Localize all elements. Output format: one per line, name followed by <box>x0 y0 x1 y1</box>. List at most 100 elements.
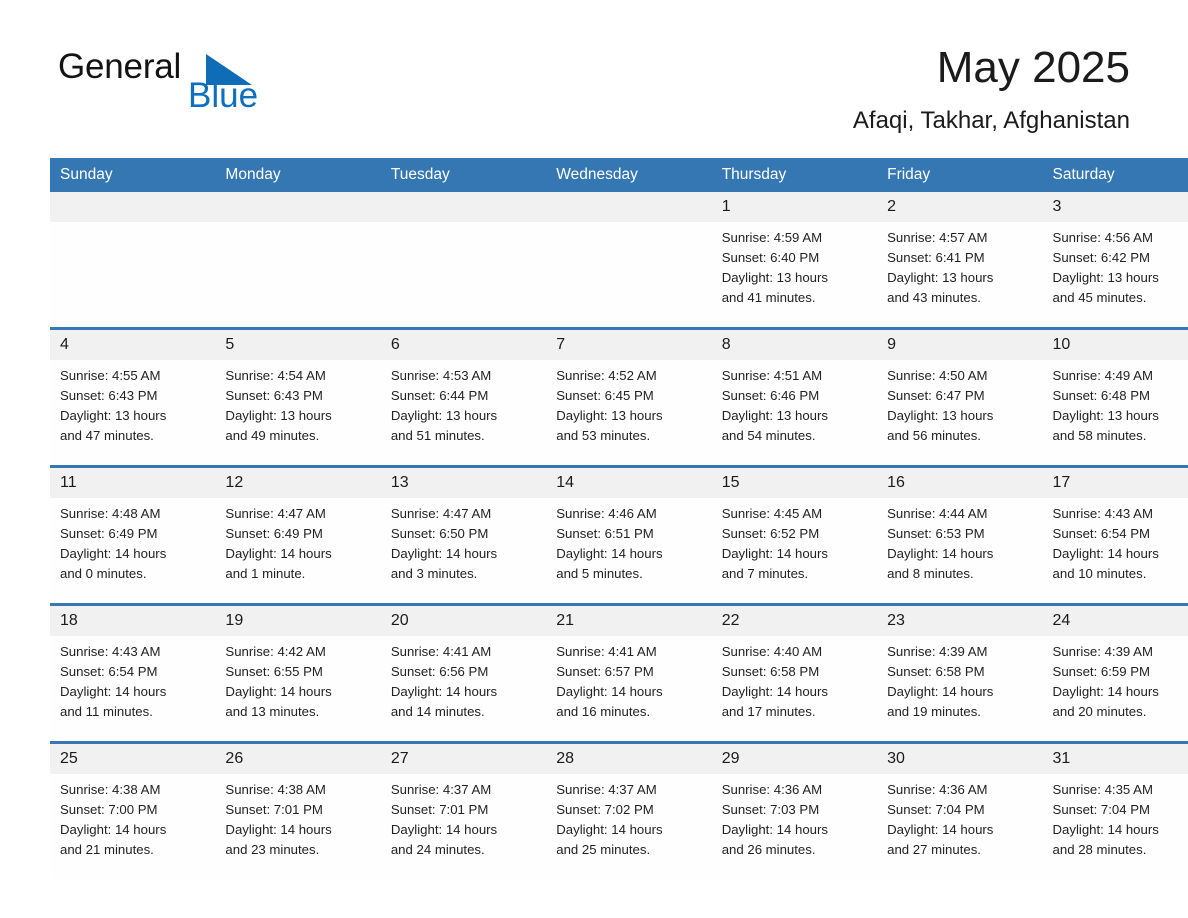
day-detail-line: Daylight: 14 hours <box>390 822 498 837</box>
day-detail-line: and 56 minutes. <box>887 428 981 443</box>
day-detail-line: Sunset: 6:58 PM <box>887 664 985 679</box>
day-cell[interactable]: 20 Sunrise: 4:41 AM Sunset: 6:56 PM Dayligh… <box>380 603 547 743</box>
calendar-week-row: 4 Sunrise: 4:55 AM Sunset: 6:43 PM Daylight… <box>50 327 1188 467</box>
day-detail-line: Daylight: 13 hours <box>887 408 994 423</box>
day-cell[interactable]: 1 Sunrise: 4:59 AM Sunset: 6:40 PM Daylight… <box>711 192 878 329</box>
day-cell[interactable]: 29 Sunrise: 4:36 AM Sunset: 7:03 PM Dayligh… <box>711 741 878 879</box>
day-detail-line: Sunset: 6:42 PM <box>1052 250 1151 265</box>
day-detail-line: Daylight: 14 hours <box>721 684 828 699</box>
day-detail-line: Sunrise: 4:50 AM <box>887 368 988 383</box>
day-detail-line: Sunrise: 4:35 AM <box>1052 782 1153 797</box>
day-detail-line: Sunset: 6:59 PM <box>1052 664 1151 679</box>
calendar-week-row: 18 Sunrise: 4:43 AM Sunset: 6:54 PM Dayligh… <box>50 603 1188 743</box>
day-cell[interactable]: 15 Sunrise: 4:45 AM Sunset: 6:52 PM Dayligh… <box>711 465 878 605</box>
day-detail-line: Sunrise: 4:46 AM <box>556 506 657 521</box>
day-cell[interactable]: 19 Sunrise: 4:42 AM Sunset: 6:55 PM Dayligh… <box>215 603 381 743</box>
day-detail-line: Sunrise: 4:45 AM <box>721 506 823 521</box>
day-cell[interactable]: 13 Sunrise: 4:47 AM Sunset: 6:50 PM Dayligh… <box>380 465 547 605</box>
day-detail-line: Sunset: 6:47 PM <box>887 388 985 403</box>
day-number <box>50 192 216 222</box>
day-cell[interactable]: 7 Sunrise: 4:52 AM Sunset: 6:45 PM Daylight… <box>546 327 712 467</box>
day-details: Sunrise: 4:39 AM Sunset: 6:58 PM Daylight:… <box>877 636 1042 722</box>
day-cell[interactable]: 5 Sunrise: 4:54 AM Sunset: 6:43 PM Daylight… <box>215 327 381 467</box>
day-cell[interactable]: 2 Sunrise: 4:57 AM Sunset: 6:41 PM Daylight… <box>877 192 1043 329</box>
day-detail-line: and 24 minutes. <box>390 842 485 857</box>
day-detail-line: Sunset: 6:51 PM <box>556 526 654 541</box>
day-cell[interactable]: 6 Sunrise: 4:53 AM Sunset: 6:44 PM Daylight… <box>380 327 547 467</box>
day-detail-line: Daylight: 13 hours <box>1052 408 1159 423</box>
day-detail-line: and 1 minute. <box>225 566 306 581</box>
day-detail-line: and 0 minutes. <box>60 566 147 581</box>
day-details <box>546 222 711 228</box>
day-cell[interactable]: 17 Sunrise: 4:43 AM Sunset: 6:54 PM Dayligh… <box>1042 465 1188 605</box>
day-detail-line: Daylight: 14 hours <box>60 822 167 837</box>
day-number: 27 <box>380 744 547 774</box>
day-cell[interactable]: 9 Sunrise: 4:50 AM Sunset: 6:47 PM Daylight… <box>877 327 1043 467</box>
day-cell[interactable]: 12 Sunrise: 4:47 AM Sunset: 6:49 PM Dayligh… <box>215 465 381 605</box>
day-detail-line: and 3 minutes. <box>390 566 478 581</box>
generalblue-logo[interactable]: General Blue <box>58 48 358 120</box>
calendar-week-row: 11 Sunrise: 4:48 AM Sunset: 6:49 PM Dayligh… <box>50 465 1188 605</box>
logo-text-blue: Blue <box>188 76 259 115</box>
day-details: Sunrise: 4:41 AM Sunset: 6:57 PM Daylight:… <box>546 636 711 722</box>
day-detail-line: and 23 minutes. <box>225 842 320 857</box>
day-detail-line: Sunset: 7:01 PM <box>390 802 489 817</box>
day-cell[interactable]: 22 Sunrise: 4:40 AM Sunset: 6:58 PM Dayligh… <box>711 603 878 743</box>
day-cell[interactable]: 25 Sunrise: 4:38 AM Sunset: 7:00 PM Dayligh… <box>50 741 216 879</box>
day-detail-line: Sunset: 6:55 PM <box>225 664 323 679</box>
day-details: Sunrise: 4:44 AM Sunset: 6:53 PM Daylight:… <box>877 498 1042 584</box>
day-cell[interactable]: 16 Sunrise: 4:44 AM Sunset: 6:53 PM Dayligh… <box>877 465 1043 605</box>
day-detail-line: and 17 minutes. <box>721 704 816 719</box>
day-detail-line: Daylight: 14 hours <box>390 546 498 561</box>
day-detail-line: and 21 minutes. <box>60 842 154 857</box>
day-detail-line: and 13 minutes. <box>225 704 320 719</box>
day-detail-line: Daylight: 14 hours <box>1052 684 1159 699</box>
day-cell[interactable]: 11 Sunrise: 4:48 AM Sunset: 6:49 PM Dayligh… <box>50 465 216 605</box>
calendar-week-row: 1 Sunrise: 4:59 AM Sunset: 6:40 PM Daylight… <box>50 192 1188 329</box>
day-detail-line: Sunset: 7:01 PM <box>225 802 323 817</box>
day-cell[interactable]: 31 Sunrise: 4:35 AM Sunset: 7:04 PM Dayligh… <box>1042 741 1188 879</box>
day-cell[interactable]: 23 Sunrise: 4:39 AM Sunset: 6:58 PM Dayligh… <box>877 603 1043 743</box>
day-cell[interactable]: 10 Sunrise: 4:49 AM Sunset: 6:48 PM Dayligh… <box>1042 327 1188 467</box>
day-cell-empty <box>380 192 547 329</box>
weekday-header-wednesday: Wednesday <box>546 158 712 192</box>
day-cell[interactable]: 4 Sunrise: 4:55 AM Sunset: 6:43 PM Daylight… <box>50 327 216 467</box>
day-cell[interactable]: 21 Sunrise: 4:41 AM Sunset: 6:57 PM Dayligh… <box>546 603 712 743</box>
weekday-header-tuesday: Tuesday <box>380 158 547 192</box>
day-cell[interactable]: 3 Sunrise: 4:56 AM Sunset: 6:42 PM Daylight… <box>1042 192 1188 329</box>
day-number: 31 <box>1042 744 1188 774</box>
day-details: Sunrise: 4:47 AM Sunset: 6:49 PM Daylight:… <box>215 498 380 584</box>
day-number: 2 <box>877 192 1043 222</box>
day-cell[interactable]: 30 Sunrise: 4:36 AM Sunset: 7:04 PM Dayligh… <box>877 741 1043 879</box>
day-detail-line: and 7 minutes. <box>721 566 809 581</box>
day-number <box>215 192 381 222</box>
day-detail-line: Daylight: 14 hours <box>721 822 828 837</box>
day-detail-line: Sunrise: 4:37 AM <box>556 782 657 797</box>
day-cell[interactable]: 14 Sunrise: 4:46 AM Sunset: 6:51 PM Dayligh… <box>546 465 712 605</box>
day-cell[interactable]: 27 Sunrise: 4:37 AM Sunset: 7:01 PM Dayligh… <box>380 741 547 879</box>
day-cell[interactable]: 8 Sunrise: 4:51 AM Sunset: 6:46 PM Daylight… <box>711 327 878 467</box>
day-details: Sunrise: 4:36 AM Sunset: 7:03 PM Daylight:… <box>712 774 877 860</box>
day-detail-line: Sunrise: 4:44 AM <box>887 506 988 521</box>
day-cell[interactable]: 28 Sunrise: 4:37 AM Sunset: 7:02 PM Dayligh… <box>546 741 712 879</box>
day-detail-line: Daylight: 14 hours <box>225 546 332 561</box>
day-detail-line: and 10 minutes. <box>1052 566 1147 581</box>
day-detail-line: Sunrise: 4:36 AM <box>721 782 823 797</box>
day-detail-line: Sunrise: 4:43 AM <box>60 644 161 659</box>
weekday-header-monday: Monday <box>215 158 381 192</box>
day-detail-line: Daylight: 14 hours <box>390 684 498 699</box>
day-detail-line: Daylight: 14 hours <box>556 684 663 699</box>
day-number: 30 <box>877 744 1043 774</box>
day-cell[interactable]: 24 Sunrise: 4:39 AM Sunset: 6:59 PM Dayligh… <box>1042 603 1188 743</box>
day-detail-line: and 54 minutes. <box>721 428 816 443</box>
day-details: Sunrise: 4:37 AM Sunset: 7:02 PM Daylight:… <box>546 774 711 860</box>
weekday-header-row: Sunday Monday Tuesday Wednesday Thursday Frid… <box>50 158 1188 192</box>
day-cell[interactable]: 18 Sunrise: 4:43 AM Sunset: 6:54 PM Dayligh… <box>50 603 216 743</box>
day-cell[interactable]: 26 Sunrise: 4:38 AM Sunset: 7:01 PM Dayligh… <box>215 741 381 879</box>
day-number <box>380 192 547 222</box>
day-detail-line: and 28 minutes. <box>1052 842 1147 857</box>
day-detail-line: Sunrise: 4:56 AM <box>1052 230 1153 245</box>
day-detail-line: Daylight: 14 hours <box>556 546 663 561</box>
day-number: 20 <box>380 606 547 636</box>
day-detail-line: Sunrise: 4:40 AM <box>721 644 823 659</box>
